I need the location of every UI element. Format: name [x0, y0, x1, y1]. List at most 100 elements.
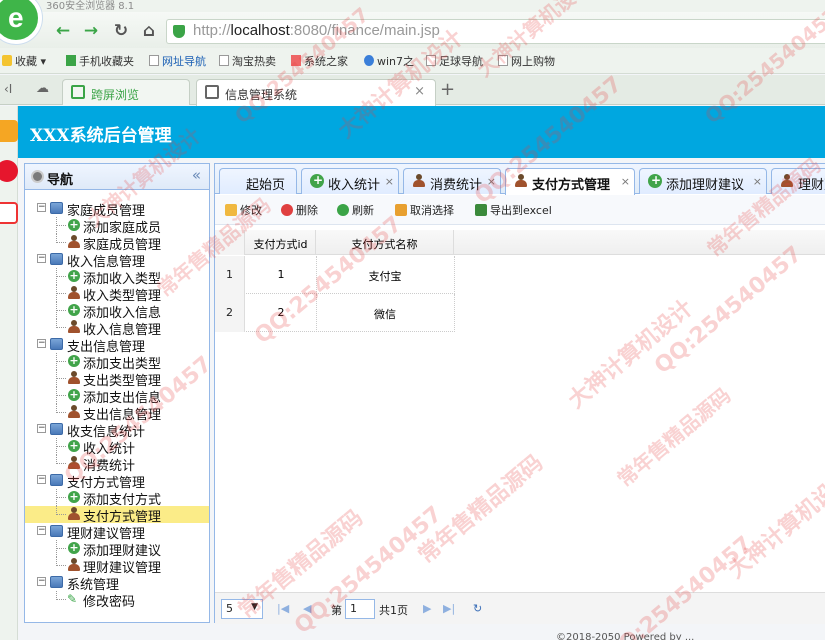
url-text: http://localhost:8080/finance/main.jsp [193, 22, 440, 39]
add-icon [310, 173, 324, 188]
nav-group[interactable]: − 家庭成员管理 [25, 200, 209, 219]
nav-group[interactable]: − 理财建议管理 [25, 523, 209, 542]
tab-home[interactable]: 起始页 [219, 168, 297, 194]
bookmark-nav[interactable]: 网址导航 [149, 53, 206, 69]
weibo-icon[interactable] [0, 160, 18, 182]
collapse-icon[interactable]: « [192, 166, 201, 184]
mail-icon[interactable] [0, 202, 18, 224]
forward-icon[interactable]: → [80, 20, 102, 42]
collapse-toggle-icon[interactable]: − [37, 424, 46, 433]
nav-item[interactable]: 支出信息管理 [25, 404, 209, 423]
browser-tab-crossscreen[interactable]: 跨屏浏览 [62, 79, 190, 105]
browser-sidebar [0, 106, 18, 640]
user-icon [68, 371, 80, 385]
home-icon[interactable]: ⌂ [138, 20, 160, 42]
nav-item[interactable]: + 收入统计 [25, 438, 209, 457]
nav-group[interactable]: − 系统管理 [25, 574, 209, 593]
refresh-button[interactable]: 刷新 [337, 202, 374, 218]
bookmark-win7[interactable]: win7之 [364, 53, 414, 69]
tab-add-advice[interactable]: 添加理财建议 × [639, 168, 767, 194]
reload-icon[interactable]: ↻ [110, 20, 132, 42]
bookmark-taobao[interactable]: 淘宝热卖 [219, 53, 276, 69]
reload-page-icon[interactable]: ↻ [473, 602, 482, 615]
app-title: XXX系统后台管理 [30, 126, 172, 146]
next-page-icon[interactable]: ▶ [423, 602, 431, 615]
nav-globe-icon [31, 170, 44, 183]
close-tab-icon[interactable]: × [414, 84, 425, 99]
tab-expense-stats[interactable]: 消费统计 × [403, 168, 501, 194]
refresh-icon [337, 204, 349, 216]
nav-item[interactable]: + 添加支付方式 [25, 489, 209, 508]
bookmark-mobile[interactable]: 手机收藏夹 [66, 53, 134, 69]
nav-item[interactable]: + 添加支出信息 [25, 387, 209, 406]
prev-page-icon[interactable]: ◀ [303, 602, 311, 615]
collapse-toggle-icon[interactable]: − [37, 577, 46, 586]
page-input[interactable]: 1 [345, 599, 375, 619]
nav-item[interactable]: + 添加收入类型 [25, 268, 209, 287]
cancel-select-button[interactable]: 取消选择 [395, 202, 454, 218]
excel-icon [475, 204, 487, 216]
nav-item[interactable]: 理财建议管理 [25, 557, 209, 576]
table-row[interactable]: 1 1 支付宝 [215, 256, 455, 294]
new-tab-button[interactable]: + [440, 79, 455, 100]
browser-tab-active[interactable]: 信息管理系统 × [196, 79, 436, 106]
last-page-icon[interactable]: ▶| [443, 602, 455, 615]
nav-item[interactable]: + 添加家庭成员 [25, 217, 209, 236]
collapse-toggle-icon[interactable]: − [37, 203, 46, 212]
bookmark-football[interactable]: 足球导航 [426, 53, 483, 69]
star-icon[interactable] [0, 120, 18, 142]
nav-item[interactable]: 收入信息管理 [25, 319, 209, 338]
collapse-toggle-icon[interactable]: − [37, 339, 46, 348]
nav-item[interactable]: + 添加收入信息 [25, 302, 209, 321]
nav-item[interactable]: 消费统计 [25, 455, 209, 474]
browser-titlebar: 360安全浏览器 8.1 [0, 0, 825, 12]
phone-icon [71, 85, 85, 99]
user-icon [68, 286, 80, 300]
nav-item[interactable]: 家庭成员管理 [25, 234, 209, 253]
close-tab-icon[interactable]: × [753, 175, 762, 188]
close-tab-icon[interactable]: × [385, 175, 394, 188]
bookmark-favorites[interactable]: 收藏 ▾ [2, 53, 46, 69]
tab-scroll-left-icon[interactable]: ‹I [4, 82, 12, 96]
close-tab-icon[interactable]: × [621, 175, 630, 188]
collapse-toggle-icon[interactable]: − [37, 526, 46, 535]
user-icon [68, 456, 80, 470]
collapse-toggle-icon[interactable]: − [37, 254, 46, 263]
address-bar[interactable]: http://localhost:8080/finance/main.jsp [166, 19, 825, 44]
export-button[interactable]: 导出到excel [475, 202, 552, 218]
col-header-id[interactable]: 支付方式id [246, 230, 316, 255]
nav-group[interactable]: − 收支信息统计 [25, 421, 209, 440]
edit-button[interactable]: 修改 [225, 202, 262, 218]
nav-item[interactable]: 收入类型管理 [25, 285, 209, 304]
shield-icon [173, 25, 185, 38]
content-panel: 起始页 收入统计 × 消费统计 × 支付方式管理 × 添加理财建议 × 理财建 … [214, 163, 825, 624]
nav-panel: 导航 « − 家庭成员管理 + 添加家庭成员 家庭成员管理 − 收入信息管理 + 添加收入类型收… [24, 163, 210, 623]
bookmark-xitong[interactable]: 系统之家 [291, 53, 348, 69]
first-page-icon[interactable]: |◀ [277, 602, 289, 615]
col-header-name[interactable]: 支付方式名称 [316, 230, 454, 255]
page-size-select[interactable]: 5 ▼ [221, 599, 263, 619]
nav-group[interactable]: − 收入信息管理 [25, 251, 209, 270]
tab-income-stats[interactable]: 收入统计 × [301, 168, 399, 194]
user-icon [68, 235, 80, 249]
nav-item[interactable]: 支付方式管理 [25, 506, 209, 525]
cloud-icon[interactable]: ☁ [36, 81, 49, 96]
table-row[interactable]: 2 2 微信 [215, 294, 455, 332]
browser-tabstrip: ‹I ☁ 跨屏浏览 信息管理系统 × [0, 75, 825, 106]
collapse-toggle-icon[interactable]: − [37, 475, 46, 484]
nav-group[interactable]: − 支出信息管理 [25, 336, 209, 355]
folder-icon [50, 474, 63, 486]
nav-item[interactable]: 支出类型管理 [25, 370, 209, 389]
add-icon [648, 173, 662, 188]
nav-item[interactable]: + 添加理财建议 [25, 540, 209, 559]
nav-item[interactable]: ✎ 修改密码 [25, 591, 209, 610]
nav-group[interactable]: − 支付方式管理 [25, 472, 209, 491]
tab-payment-manage[interactable]: 支付方式管理 × [505, 168, 635, 195]
tab-advice-manage[interactable]: 理财建 [771, 168, 825, 194]
bookmark-shopping[interactable]: 网上购物 [498, 53, 555, 69]
add-icon: + [68, 303, 80, 316]
nav-item[interactable]: + 添加支出类型 [25, 353, 209, 372]
back-icon[interactable]: ← [52, 20, 74, 42]
delete-button[interactable]: 删除 [281, 202, 318, 218]
close-tab-icon[interactable]: × [487, 175, 496, 188]
